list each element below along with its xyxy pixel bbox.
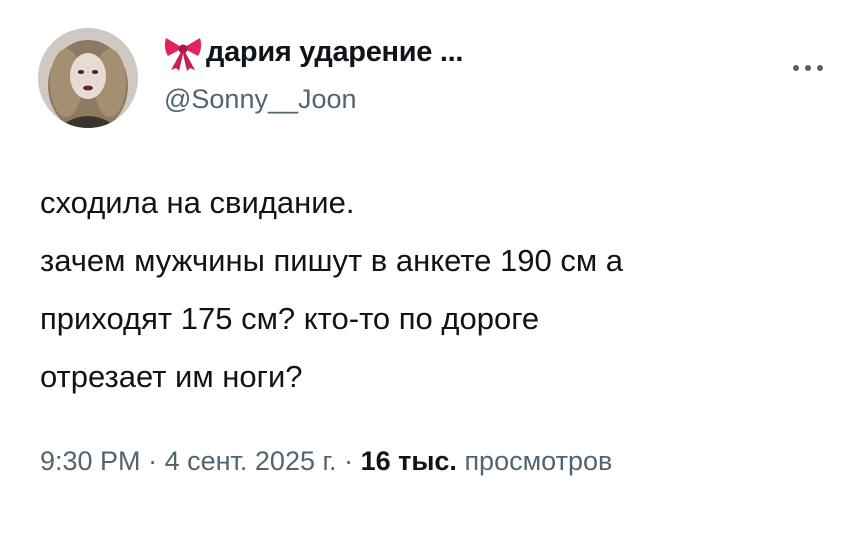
- author-handle[interactable]: @Sonny__Joon: [164, 84, 357, 115]
- tweet-text-line: зачем мужчины пишут в анкете 190 см а: [40, 243, 624, 278]
- tweet-time[interactable]: 9:30 PM: [40, 446, 141, 476]
- ribbon-bow-icon: [164, 38, 202, 71]
- tweet-text: сходила на свидание. зачем мужчины пишут…: [40, 174, 840, 406]
- tweet-meta: 9:30 PM · 4 сент. 2025 г. · 16 тыс. прос…: [40, 446, 612, 477]
- tweet-text-line: сходила на свидание.: [40, 185, 355, 220]
- author-display-name[interactable]: дария ударение ...: [162, 30, 463, 74]
- tweet-text-line: отрезает им ноги?: [40, 359, 303, 394]
- views-label: просмотров: [464, 446, 613, 476]
- more-horizontal-icon[interactable]: [790, 56, 826, 80]
- avatar[interactable]: [38, 28, 138, 128]
- tweet-text-line: приходят 175 см? кто-то по дороге: [40, 301, 540, 336]
- meta-separator: ·: [148, 446, 158, 476]
- display-name-text: дария ударение ...: [206, 35, 464, 68]
- views-count[interactable]: 16 тыс.: [361, 446, 457, 476]
- tweet-card: дария ударение ... @Sonny__Joon сходила …: [0, 0, 860, 536]
- meta-separator: ·: [344, 446, 354, 476]
- tweet-date[interactable]: 4 сент. 2025 г.: [165, 446, 337, 476]
